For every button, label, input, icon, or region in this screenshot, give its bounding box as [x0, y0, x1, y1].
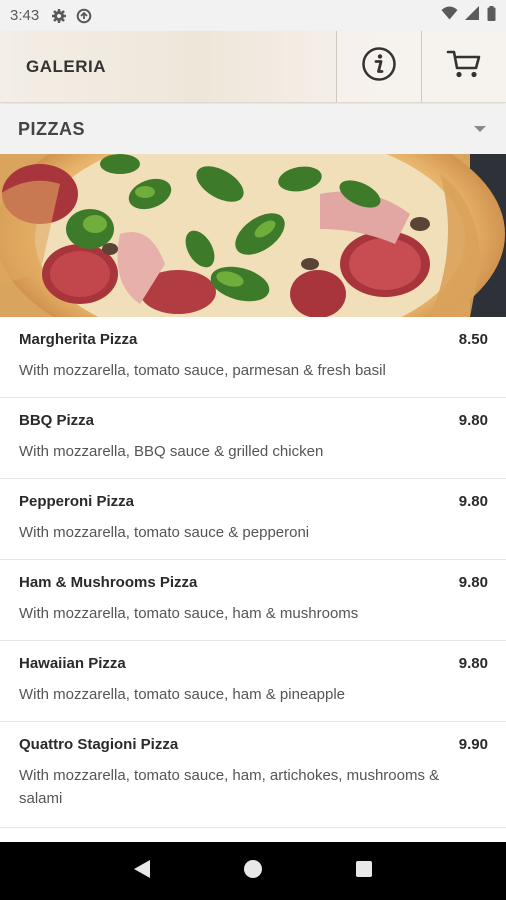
- menu-item[interactable]: Margherita Pizza 8.50 With mozzarella, t…: [0, 317, 506, 398]
- category-label: PIZZAS: [18, 118, 86, 139]
- data-saver-icon: [76, 8, 92, 24]
- menu-list: Margherita Pizza 8.50 With mozzarella, t…: [0, 317, 506, 828]
- category-hero-image: [0, 154, 506, 317]
- status-indicators: [441, 5, 496, 26]
- item-name: BBQ Pizza: [19, 412, 95, 429]
- chevron-down-icon: [474, 126, 486, 132]
- item-description: With mozzarella, BBQ sauce & grilled chi…: [19, 443, 324, 460]
- item-description: With mozzarella, tomato sauce, parmesan …: [19, 362, 386, 379]
- item-price: 8.50: [458, 331, 488, 348]
- wifi-icon: [441, 6, 458, 25]
- info-icon: [361, 46, 397, 87]
- item-name: Hawaiian Pizza: [19, 655, 126, 672]
- settings-icon: [51, 8, 67, 24]
- home-icon[interactable]: [243, 859, 263, 884]
- item-price: 9.90: [458, 736, 488, 753]
- item-description: With mozzarella, tomato sauce, ham, arti…: [19, 767, 440, 807]
- status-bar: 3:43: [0, 0, 506, 31]
- system-navigation-bar: [0, 842, 506, 900]
- menu-item[interactable]: Pepperoni Pizza 9.80 With mozzarella, to…: [0, 479, 506, 560]
- back-icon[interactable]: [133, 859, 151, 884]
- item-name: Ham & Mushrooms Pizza: [19, 574, 198, 591]
- info-button[interactable]: [336, 31, 421, 102]
- item-price: 9.80: [458, 655, 488, 672]
- item-name: Margherita Pizza: [19, 331, 138, 348]
- signal-icon: [465, 6, 480, 25]
- menu-item[interactable]: BBQ Pizza 9.80 With mozzarella, BBQ sauc…: [0, 398, 506, 479]
- item-name: Pepperoni Pizza: [19, 493, 135, 510]
- menu-item[interactable]: Quattro Stagioni Pizza 9.90 With mozzare…: [0, 722, 506, 828]
- item-price: 9.80: [458, 412, 488, 429]
- app-header: GALERIA: [0, 31, 506, 103]
- item-description: With mozzarella, tomato sauce, ham & pin…: [19, 686, 345, 703]
- cart-button[interactable]: [421, 31, 506, 102]
- battery-icon: [487, 5, 496, 26]
- menu-item[interactable]: Ham & Mushrooms Pizza 9.80 With mozzarel…: [0, 560, 506, 641]
- item-name: Quattro Stagioni Pizza: [19, 736, 179, 753]
- menu-item[interactable]: Hawaiian Pizza 9.80 With mozzarella, tom…: [0, 641, 506, 722]
- status-time: 3:43: [10, 7, 40, 24]
- recents-icon[interactable]: [355, 860, 373, 883]
- item-price: 9.80: [458, 493, 488, 510]
- category-selector[interactable]: PIZZAS: [0, 104, 506, 154]
- cart-icon: [446, 48, 482, 85]
- header-title: GALERIA: [26, 56, 106, 76]
- item-price: 9.80: [458, 574, 488, 591]
- item-description: With mozzarella, tomato sauce, ham & mus…: [19, 605, 359, 622]
- item-description: With mozzarella, tomato sauce & pepperon…: [19, 524, 310, 541]
